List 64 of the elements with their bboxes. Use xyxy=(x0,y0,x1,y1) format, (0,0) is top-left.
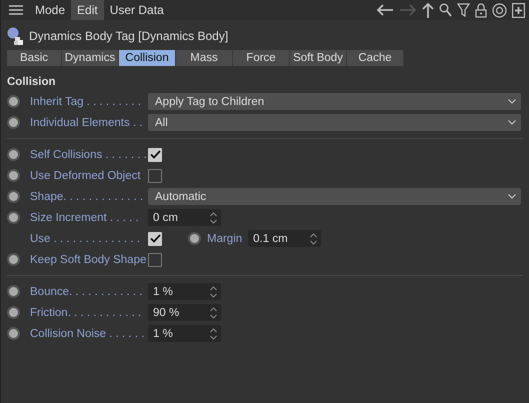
keyframe-dot[interactable] xyxy=(190,234,199,243)
tab[interactable]: Basic xyxy=(7,50,62,66)
checkbox[interactable] xyxy=(148,148,162,162)
keyframe-dot[interactable] xyxy=(9,171,18,180)
keyframe-dot[interactable] xyxy=(9,97,18,106)
lock-icon[interactable] xyxy=(475,2,487,18)
filter-icon[interactable] xyxy=(457,3,470,17)
menu-item[interactable]: Edit xyxy=(71,0,104,20)
checkbox[interactable] xyxy=(148,232,162,246)
spinner-icon[interactable] xyxy=(310,232,318,244)
number-field[interactable]: 1 % xyxy=(148,325,221,342)
menu-item[interactable]: Mode xyxy=(29,0,72,20)
tab[interactable]: Soft Body xyxy=(290,50,347,66)
menu-icon[interactable] xyxy=(9,5,23,15)
spinner-icon[interactable] xyxy=(210,306,217,318)
spinner-icon[interactable] xyxy=(210,328,217,340)
menu-item[interactable]: User Data xyxy=(104,0,170,20)
back-arrow-icon[interactable] xyxy=(376,4,394,16)
checkbox[interactable] xyxy=(148,252,162,266)
number-field[interactable]: 0 cm xyxy=(148,209,221,226)
field-label: Inherit Tag . . . . . . . . . xyxy=(30,96,142,108)
object-title: Dynamics Body Tag [Dynamics Body] xyxy=(29,29,228,43)
up-arrow-icon[interactable] xyxy=(422,2,434,18)
field-label: Size Increment . . . . . xyxy=(30,212,140,224)
tab[interactable]: Force xyxy=(233,50,290,66)
keyframe-dot[interactable] xyxy=(9,118,18,127)
chevron-icon xyxy=(508,99,516,104)
tab[interactable]: Dynamics xyxy=(62,50,119,66)
field-label: Use . . . . . . . . . . . . . . xyxy=(30,232,141,244)
add-icon[interactable] xyxy=(512,2,525,18)
spinner-icon[interactable] xyxy=(210,286,217,298)
section-heading: Collision xyxy=(7,76,57,88)
keyframe-dot[interactable] xyxy=(9,192,18,201)
keyframe-dot[interactable] xyxy=(9,308,18,317)
field-label: Individual Elements . . xyxy=(30,116,144,128)
keyframe-dot[interactable] xyxy=(9,329,18,338)
field-label: Self Collisions . . . . . . . xyxy=(30,148,148,160)
checkbox[interactable] xyxy=(148,168,162,182)
dropdown[interactable]: All xyxy=(148,114,521,131)
keyframe-dot[interactable] xyxy=(9,287,18,296)
number-field[interactable]: 90 % xyxy=(148,304,221,321)
spinner-icon[interactable] xyxy=(210,212,217,224)
chevron-icon xyxy=(508,194,516,199)
field-label: Keep Soft Body Shape xyxy=(30,254,148,266)
tag-icon xyxy=(7,26,25,46)
field-label: Collision Noise . . . . . . xyxy=(30,328,146,340)
field-label: Margin xyxy=(207,232,242,244)
tab[interactable]: Cache xyxy=(347,50,404,66)
field-label: Bounce. . . . . . . . . . . . xyxy=(30,286,144,298)
search-icon[interactable] xyxy=(439,3,452,17)
dropdown[interactable]: Apply Tag to Children xyxy=(148,93,521,110)
tab[interactable]: Mass xyxy=(176,50,233,66)
chevron-icon xyxy=(508,120,516,125)
field-label: Friction. . . . . . . . . . . . xyxy=(30,306,142,318)
keyframe-dot[interactable] xyxy=(9,150,18,159)
keyframe-dot[interactable] xyxy=(9,255,18,264)
dropdown[interactable]: Automatic xyxy=(148,188,521,205)
field-label: Use Deformed Object xyxy=(30,170,142,182)
number-field[interactable]: 1 % xyxy=(148,283,221,300)
target-icon[interactable] xyxy=(492,2,507,18)
number-field[interactable]: 0.1 cm xyxy=(248,230,322,247)
field-label: Shape. . . . . . . . . . . . . xyxy=(30,190,144,202)
tab[interactable]: Collision xyxy=(119,50,176,66)
keyframe-dot[interactable] xyxy=(9,213,18,222)
